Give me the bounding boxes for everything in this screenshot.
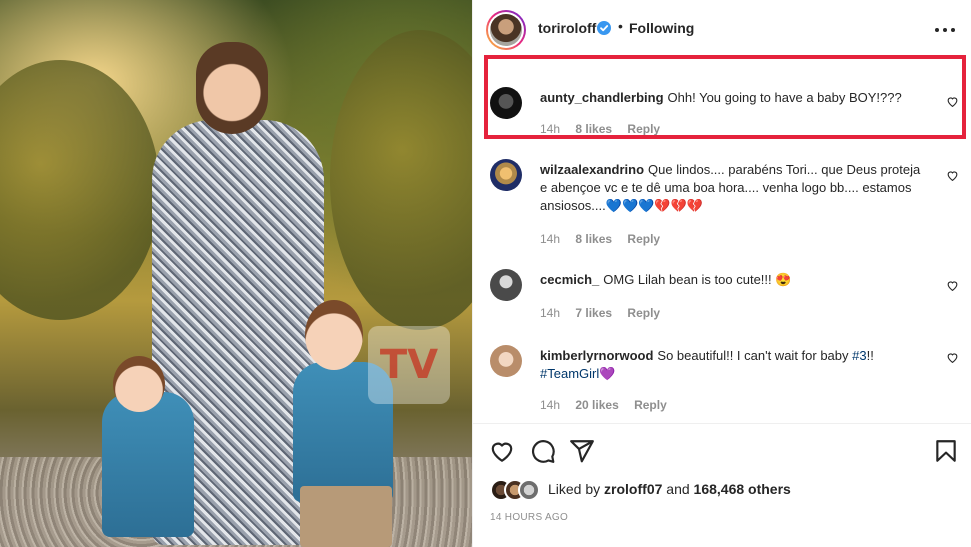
header-separator: •	[618, 18, 623, 34]
comment-heart-icon[interactable]	[946, 169, 959, 182]
commenter-avatar[interactable]	[490, 345, 522, 377]
comment-body-end: 💜	[599, 366, 616, 381]
liked-by-avatars[interactable]	[490, 479, 550, 501]
post-actions: Liked by zroloff07 and 168,468 others 14…	[473, 423, 971, 547]
comment-time[interactable]: 14h	[540, 306, 560, 320]
comment-meta: 14h 7 likes Reply	[540, 306, 672, 320]
hashtag-link[interactable]: #3	[852, 348, 866, 363]
comment-heart-icon[interactable]	[946, 351, 959, 364]
background-tree	[330, 30, 472, 330]
comment-likes[interactable]: 8 likes	[575, 232, 612, 246]
verified-badge-icon	[597, 21, 611, 35]
liked-by-text: Liked by zroloff07 and 168,468 others	[548, 481, 791, 497]
author-avatar[interactable]	[486, 10, 526, 50]
boy-pants	[300, 486, 392, 547]
comment-likes[interactable]: 7 likes	[575, 306, 612, 320]
reply-button[interactable]: Reply	[627, 306, 660, 320]
reply-button[interactable]: Reply	[627, 232, 660, 246]
commenter-avatar[interactable]	[490, 159, 522, 191]
comment-text: kimberlyrnorwood So beautiful!! I can't w…	[540, 347, 930, 383]
post-photo[interactable]: TV	[0, 0, 472, 547]
comment-body-start: So beautiful!! I can't wait for baby	[657, 348, 853, 363]
comment-body-mid: !!	[866, 348, 874, 363]
comment-likes[interactable]: 20 likes	[575, 398, 618, 412]
commenter-username[interactable]: kimberlyrnorwood	[540, 348, 653, 363]
commenter-username[interactable]: cecmich_	[540, 272, 599, 287]
post-timestamp[interactable]: 14 HOURS AGO	[490, 512, 568, 523]
comment-text: cecmich_ OMG Lilah bean is too cute!!! 😍	[540, 271, 930, 289]
comment-time[interactable]: 14h	[540, 398, 560, 412]
share-icon[interactable]	[569, 438, 595, 464]
comment-time[interactable]: 14h	[540, 232, 560, 246]
commenter-username[interactable]: aunty_chandlerbing	[540, 90, 664, 105]
tv-watermark: TV	[368, 326, 450, 404]
post-header: toriroloff • Following	[473, 0, 971, 58]
comment-text: wilzaalexandrino Que lindos.... parabéns …	[540, 161, 930, 215]
comment-heart-icon[interactable]	[946, 279, 959, 292]
watermark-text: TV	[379, 342, 439, 388]
comment-text: aunty_chandlerbing Ohh! You going to have…	[540, 89, 930, 107]
more-options-icon[interactable]	[935, 20, 955, 40]
comments-list[interactable]: ˙ ˙˙ aunty_chandlerbing Ohh! You going to…	[473, 58, 971, 423]
liked-by-and: and	[666, 481, 690, 497]
commenter-avatar[interactable]	[490, 87, 522, 119]
comment-meta: 14h 8 likes Reply	[540, 122, 672, 136]
comment-body: Ohh! You going to have a baby BOY!???	[667, 90, 902, 105]
hashtag-link[interactable]: #TeamGirl	[540, 366, 599, 381]
girl-figure	[102, 392, 194, 537]
comment-icon[interactable]	[530, 438, 556, 464]
mother-head	[196, 42, 268, 134]
scrolled-comment-fragment: ˙ ˙˙	[603, 58, 616, 67]
heart-icon[interactable]	[489, 438, 515, 464]
bookmark-icon[interactable]	[933, 438, 959, 464]
girl-head	[113, 356, 165, 412]
background-tree	[0, 60, 160, 320]
boy-head	[305, 300, 363, 370]
liked-by-prefix: Liked by	[548, 481, 601, 497]
following-button[interactable]: Following	[629, 20, 694, 36]
comment-body: OMG Lilah bean is too cute!!! 😍	[603, 272, 792, 287]
commenter-avatar[interactable]	[490, 269, 522, 301]
liked-by-user[interactable]: zroloff07	[604, 481, 662, 497]
author-username[interactable]: toriroloff	[538, 20, 596, 36]
liked-by-count[interactable]: 168,468 others	[694, 481, 791, 497]
comment-likes[interactable]: 8 likes	[575, 122, 612, 136]
post-side-panel: toriroloff • Following ˙ ˙˙ aunty_chandl…	[472, 0, 971, 547]
comment-heart-icon[interactable]	[946, 95, 959, 108]
comment-meta: 14h 20 likes Reply	[540, 398, 679, 412]
comment-time[interactable]: 14h	[540, 122, 560, 136]
reply-button[interactable]: Reply	[627, 122, 660, 136]
reply-button[interactable]: Reply	[634, 398, 667, 412]
comment-meta: 14h 8 likes Reply	[540, 232, 672, 246]
commenter-username[interactable]: wilzaalexandrino	[540, 162, 644, 177]
